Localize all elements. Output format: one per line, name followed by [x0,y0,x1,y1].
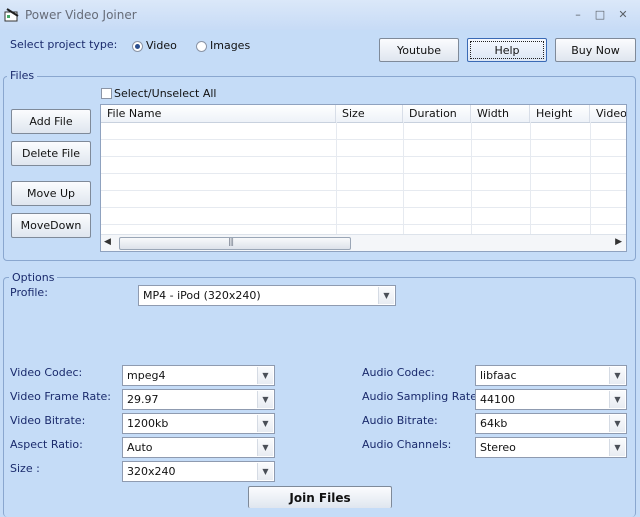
horizontal-scrollbar[interactable]: ◀ ||| ▶ [101,234,626,251]
size-label: Size : [10,462,40,475]
minimize-button[interactable]: – [570,8,586,22]
empty-row-line [101,207,626,208]
images-radio[interactable] [196,41,207,52]
chevron-down-icon[interactable]: ▼ [609,439,625,456]
video-bitrate-value: 1200kb [127,417,169,430]
window-title: Power Video Joiner [25,8,137,22]
add-file-button[interactable]: Add File [11,109,91,134]
chevron-down-icon[interactable]: ▼ [257,391,273,408]
chevron-down-icon[interactable]: ▼ [257,439,273,456]
empty-col-line [471,122,472,236]
audio-channels-label: Audio Channels: [362,438,452,451]
empty-col-line [590,122,591,236]
size-select[interactable]: 320x240 ▼ [122,461,275,482]
help-button[interactable]: Help [467,38,547,62]
aspect-ratio-value: Auto [127,441,153,454]
audio-sampling-value: 44100 [480,393,515,406]
video-codec-select[interactable]: mpeg4 ▼ [122,365,275,386]
chevron-down-icon[interactable]: ▼ [609,367,625,384]
select-all-label: Select/Unselect All [114,87,217,100]
chevron-down-icon[interactable]: ▼ [257,367,273,384]
video-radio-label: Video [146,39,177,52]
video-codec-value: mpeg4 [127,369,166,382]
close-button[interactable]: ✕ [615,8,631,22]
select-all-checkbox[interactable] [101,88,112,99]
video-radio[interactable] [132,41,143,52]
audio-channels-value: Stereo [480,441,516,454]
profile-value: MP4 - iPod (320x240) [143,289,261,302]
video-bitrate-label: Video Bitrate: [10,414,86,427]
video-frame-rate-label: Video Frame Rate: [10,390,112,403]
scroll-left-arrow-icon[interactable]: ◀ [104,237,111,247]
buy-now-button[interactable]: Buy Now [555,38,636,62]
audio-sampling-select[interactable]: 44100 ▼ [475,389,627,410]
scroll-right-arrow-icon[interactable]: ▶ [615,237,622,247]
empty-row-line [101,224,626,225]
chevron-down-icon[interactable]: ▼ [257,463,273,480]
audio-codec-value: libfaac [480,369,517,382]
column-video[interactable]: Video [590,105,626,122]
youtube-button[interactable]: Youtube [379,38,459,62]
video-frame-rate-select[interactable]: 29.97 ▼ [122,389,275,410]
chevron-down-icon[interactable]: ▼ [609,391,625,408]
profile-label: Profile: [10,286,48,299]
empty-col-line [530,122,531,236]
audio-channels-select[interactable]: Stereo ▼ [475,437,627,458]
column-width[interactable]: Width [471,105,530,122]
move-down-button[interactable]: MoveDown [11,213,91,238]
audio-bitrate-label: Audio Bitrate: [362,414,438,427]
column-height[interactable]: Height [530,105,590,122]
video-bitrate-select[interactable]: 1200kb ▼ [122,413,275,434]
move-up-button[interactable]: Move Up [11,181,91,206]
images-radio-label: Images [210,39,251,52]
aspect-ratio-label: Aspect Ratio: [10,438,83,451]
column-file-name[interactable]: File Name [101,105,336,122]
chevron-down-icon[interactable]: ▼ [257,415,273,432]
file-table[interactable]: File Name Size Duration Width Height Vid… [100,104,627,252]
video-frame-rate-value: 29.97 [127,393,159,406]
profile-select[interactable]: MP4 - iPod (320x240) ▼ [138,285,396,306]
video-codec-label: Video Codec: [10,366,83,379]
empty-row-line [101,173,626,174]
project-type-label: Select project type: [10,38,118,51]
delete-file-button[interactable]: Delete File [11,141,91,166]
aspect-ratio-select[interactable]: Auto ▼ [122,437,275,458]
size-value: 320x240 [127,465,176,478]
empty-row-line [101,139,626,140]
audio-codec-select[interactable]: libfaac ▼ [475,365,627,386]
audio-sampling-label: Audio Sampling Rate: [362,390,481,403]
join-files-button[interactable]: Join Files [248,486,392,508]
empty-col-line [403,122,404,236]
file-table-header: File Name Size Duration Width Height Vid… [101,105,626,123]
empty-row-line [101,156,626,157]
audio-bitrate-select[interactable]: 64kb ▼ [475,413,627,434]
empty-row-line [101,190,626,191]
empty-col-line [336,122,337,236]
scroll-grip-icon: ||| [228,237,234,246]
chevron-down-icon[interactable]: ▼ [609,415,625,432]
app-icon [4,7,22,23]
chevron-down-icon[interactable]: ▼ [378,287,394,304]
column-duration[interactable]: Duration [403,105,471,122]
files-legend: Files [7,69,38,82]
scroll-thumb[interactable]: ||| [119,237,351,250]
options-legend: Options [9,271,58,284]
column-size[interactable]: Size [336,105,403,122]
audio-bitrate-value: 64kb [480,417,508,430]
maximize-button[interactable]: □ [592,8,608,22]
audio-codec-label: Audio Codec: [362,366,435,379]
